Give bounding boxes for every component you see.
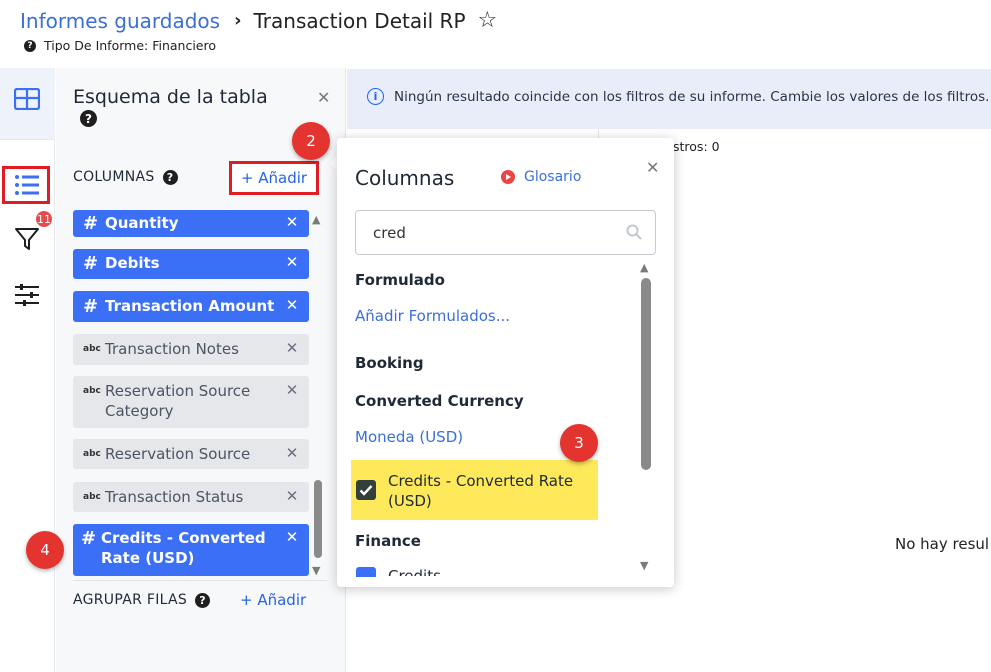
credits-converted-label[interactable]: Credits - Converted Rate (USD)	[388, 471, 593, 511]
scroll-down-icon[interactable]: ▼	[640, 559, 648, 572]
star-icon[interactable]: ☆	[478, 8, 498, 33]
column-chip-label: Quantity	[105, 214, 179, 232]
popover-scrollbar-thumb[interactable]	[641, 278, 651, 470]
add-formulados-link[interactable]: Añadir Formulados...	[355, 307, 510, 325]
section-finance: Finance	[355, 532, 421, 550]
group-rows-section-label: AGRUPAR FILAS ?	[73, 592, 211, 608]
column-chip[interactable]: # Credits - Converted Rate (USD) ✕	[73, 524, 309, 576]
column-chip-label: Credits - Converted Rate (USD)	[101, 529, 266, 567]
step-badge-4: 4	[26, 531, 64, 569]
breadcrumb-saved-reports-link[interactable]: Informes guardados	[20, 9, 220, 33]
sliders-icon[interactable]	[12, 280, 42, 310]
text-type-icon: abc	[83, 344, 101, 354]
columns-label-text: COLUMNAS	[73, 169, 155, 185]
column-chip-label: Debits	[105, 254, 160, 272]
credits-checkbox[interactable]	[356, 567, 376, 577]
checkmark-icon	[359, 485, 373, 496]
chevron-right-icon: ›	[234, 10, 242, 31]
column-chip[interactable]: # Quantity ✕	[73, 210, 309, 237]
section-formulado: Formulado	[355, 271, 445, 289]
scroll-down-icon[interactable]: ▼	[312, 564, 320, 577]
report-type: ? Tipo De Informe: Financiero	[24, 38, 216, 53]
step-badge-3: 3	[560, 424, 598, 462]
help-icon[interactable]: ?	[80, 110, 97, 127]
close-icon[interactable]: ✕	[317, 88, 330, 107]
column-chip-label: Transaction Notes	[105, 340, 239, 358]
popover-title: Columnas	[355, 166, 455, 190]
credits-label[interactable]: Credits	[388, 567, 441, 576]
column-chip[interactable]: # Debits ✕	[73, 249, 309, 279]
column-chip[interactable]: # Transaction Amount ✕	[73, 291, 309, 322]
left-rail	[0, 68, 55, 672]
scroll-up-icon[interactable]: ▲	[640, 261, 648, 274]
column-chip[interactable]: abc Reservation Source ✕	[73, 439, 309, 469]
text-type-icon: abc	[83, 386, 101, 396]
info-message: Ningún resultado coincide con los filtro…	[394, 88, 990, 105]
remove-icon[interactable]: ✕	[285, 487, 299, 505]
glossary-link[interactable]: Glosario	[501, 169, 581, 185]
remove-icon[interactable]: ✕	[285, 339, 299, 357]
glossary-label: Glosario	[524, 169, 582, 185]
moneda-usd-link[interactable]: Moneda (USD)	[355, 428, 463, 446]
add-group-button[interactable]: + Añadir	[240, 591, 306, 609]
scroll-up-icon[interactable]: ▲	[312, 213, 320, 226]
schema-title: Esquema de la tabla	[73, 86, 268, 108]
play-icon	[501, 170, 515, 184]
column-chip[interactable]: abc Reservation Source Category ✕	[73, 376, 309, 428]
column-chip[interactable]: abc Transaction Status ✕	[73, 482, 309, 512]
info-banner-content: i Ningún resultado coincide con los filt…	[367, 88, 989, 105]
credits-converted-checkbox[interactable]	[356, 480, 376, 500]
list-icon[interactable]	[12, 170, 42, 200]
text-type-icon: abc	[83, 449, 101, 459]
remove-icon[interactable]: ✕	[285, 444, 299, 462]
number-type-icon: #	[83, 213, 99, 234]
step-badge-2: 2	[292, 122, 330, 160]
breadcrumb: Informes guardados › Transaction Detail …	[20, 8, 497, 33]
section-converted-currency: Converted Currency	[355, 392, 524, 410]
column-chip-label: Transaction Amount	[105, 297, 275, 315]
table-schema-panel	[56, 68, 346, 672]
number-type-icon: #	[83, 253, 99, 274]
number-type-icon: #	[81, 528, 97, 549]
table-grid-icon[interactable]	[12, 84, 42, 114]
help-icon[interactable]: ?	[24, 39, 36, 52]
help-icon[interactable]: ?	[195, 592, 211, 608]
number-type-icon: #	[83, 296, 99, 317]
add-column-button[interactable]: + Añadir	[229, 161, 319, 195]
remove-icon[interactable]: ✕	[285, 381, 299, 399]
columns-section-label: COLUMNAS ?	[73, 169, 178, 185]
group-label-text: AGRUPAR FILAS	[73, 592, 188, 608]
no-results-text: No hay resul	[895, 535, 990, 553]
column-chip-label: Transaction Status	[105, 488, 244, 506]
remove-icon[interactable]: ✕	[285, 296, 299, 314]
remove-icon[interactable]: ✕	[285, 253, 299, 271]
text-type-icon: abc	[83, 492, 101, 502]
records-count: stros: 0	[673, 139, 720, 154]
section-booking: Booking	[355, 354, 424, 372]
close-icon[interactable]: ✕	[646, 158, 659, 177]
column-chip[interactable]: abc Transaction Notes ✕	[73, 334, 309, 365]
report-title: Transaction Detail RP	[253, 8, 466, 33]
schema-scrollbar-thumb[interactable]	[314, 480, 322, 558]
search-icon	[626, 224, 642, 244]
column-search-input[interactable]	[355, 210, 656, 255]
divider	[73, 580, 327, 581]
remove-icon[interactable]: ✕	[285, 213, 299, 231]
help-icon[interactable]: ?	[162, 169, 178, 185]
remove-icon[interactable]: ✕	[285, 528, 299, 546]
column-chip-label: Reservation Source	[105, 445, 251, 463]
report-type-label: Tipo De Informe: Financiero	[44, 38, 217, 53]
column-chip-label: Reservation Source Category	[105, 382, 251, 420]
filter-icon[interactable]	[12, 224, 42, 254]
filter-count-badge: 11	[34, 209, 54, 229]
info-icon: i	[367, 88, 384, 105]
